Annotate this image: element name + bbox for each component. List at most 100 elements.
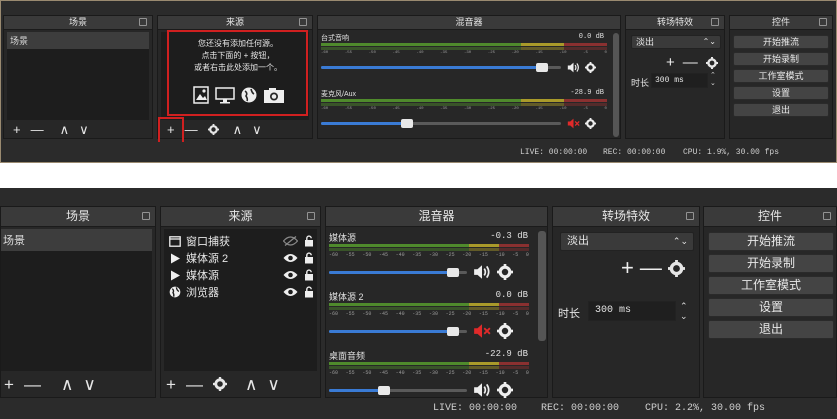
level-meter: [321, 43, 607, 46]
duration-input[interactable]: 300 ms: [588, 301, 676, 321]
visibility-eye-icon[interactable]: [279, 270, 301, 280]
volume-slider[interactable]: [321, 119, 561, 128]
duration-spinner-icon[interactable]: ⌃ ⌄: [710, 72, 716, 88]
dock-float-icon[interactable]: [711, 18, 719, 26]
add-transition-button[interactable]: +: [621, 255, 634, 281]
volume-handle[interactable]: [535, 63, 548, 72]
add-source-button[interactable]: +: [166, 376, 176, 393]
speaker-icon[interactable]: [473, 381, 491, 399]
volume-handle[interactable]: [378, 386, 391, 395]
gear-icon[interactable]: [207, 123, 219, 135]
duration-spinner-icon[interactable]: ⌃ ⌄: [680, 301, 688, 321]
duration-input[interactable]: 300 ms: [651, 73, 708, 88]
lock-icon[interactable]: [301, 269, 317, 281]
mixer-scrollbar[interactable]: [538, 231, 546, 341]
source-item[interactable]: 浏览器: [164, 284, 317, 300]
meter-tick: 0: [525, 370, 529, 376]
visibility-eye-icon[interactable]: [279, 253, 301, 263]
volume-handle[interactable]: [447, 327, 460, 336]
remove-source-button[interactable]: —: [185, 123, 198, 136]
transition-select[interactable]: 淡出 ⌃⌄: [631, 35, 721, 49]
hidden-eye-icon[interactable]: [279, 236, 301, 246]
meter-tick: -40: [416, 51, 424, 55]
play-icon: [164, 253, 186, 264]
volume-slider[interactable]: [329, 327, 467, 336]
scene-list[interactable]: 场景: [7, 32, 149, 120]
source-type-icons: [192, 86, 285, 104]
add-scene-button[interactable]: +: [4, 376, 14, 393]
gear-icon[interactable]: [497, 264, 513, 280]
exit-button[interactable]: 退出: [708, 320, 834, 339]
move-source-up-button[interactable]: ∧: [233, 123, 243, 136]
gear-icon[interactable]: [497, 382, 513, 398]
start-recording-button[interactable]: 开始录制: [733, 52, 829, 66]
remove-scene-button[interactable]: —: [24, 376, 41, 393]
source-list[interactable]: 窗口捕获 媒体源 2 媒体源 浏览器: [164, 229, 317, 371]
source-item[interactable]: 窗口捕获: [164, 233, 317, 249]
move-source-down-button[interactable]: ∨: [267, 376, 279, 393]
settings-button[interactable]: 设置: [708, 298, 834, 317]
scene-item[interactable]: 场景: [1, 229, 152, 251]
move-source-down-button[interactable]: ∨: [252, 123, 262, 136]
dock-float-icon[interactable]: [299, 18, 307, 26]
start-streaming-button[interactable]: 开始推流: [708, 232, 834, 251]
move-scene-down-button[interactable]: ∨: [79, 123, 89, 136]
lock-icon[interactable]: [301, 286, 317, 298]
speaker-icon[interactable]: [473, 263, 491, 281]
source-item[interactable]: 媒体源: [164, 267, 317, 283]
remove-transition-button[interactable]: —: [640, 255, 662, 281]
move-scene-up-button[interactable]: ∧: [60, 123, 70, 136]
volume-slider[interactable]: [329, 268, 467, 277]
exit-button[interactable]: 退出: [733, 103, 829, 117]
remove-transition-button[interactable]: —: [683, 54, 698, 71]
dock-float-icon[interactable]: [307, 212, 315, 220]
settings-button[interactable]: 设置: [733, 86, 829, 100]
studio-mode-button[interactable]: 工作室模式: [733, 69, 829, 83]
start-recording-button[interactable]: 开始录制: [708, 254, 834, 273]
source-item[interactable]: 媒体源 2: [164, 250, 317, 266]
channel-actions: [473, 322, 513, 340]
dock-float-icon[interactable]: [142, 212, 150, 220]
volume-slider[interactable]: [321, 63, 561, 72]
dock-float-icon[interactable]: [139, 18, 147, 26]
speaker-icon[interactable]: [567, 61, 580, 74]
move-scene-up-button[interactable]: ∧: [61, 376, 73, 393]
meter-tick: -45: [392, 51, 400, 55]
start-streaming-button[interactable]: 开始推流: [733, 35, 829, 49]
volume-handle[interactable]: [447, 268, 460, 277]
gear-icon[interactable]: [705, 56, 718, 69]
meter-tick: -20: [462, 370, 472, 376]
move-scene-down-button[interactable]: ∨: [83, 376, 95, 393]
meter-tick: -45: [378, 311, 388, 317]
scene-item[interactable]: 场景: [7, 32, 149, 49]
add-transition-button[interactable]: +: [666, 54, 675, 71]
gear-icon[interactable]: [497, 323, 513, 339]
volume-handle[interactable]: [401, 119, 414, 128]
cpu-status: CPU: 2.2%, 30.00 fps: [645, 403, 766, 414]
studio-mode-button[interactable]: 工作室模式: [708, 276, 834, 295]
lock-icon[interactable]: [301, 235, 317, 247]
meter-tick: -35: [440, 107, 448, 111]
gear-icon[interactable]: [212, 377, 227, 391]
dock-float-icon[interactable]: [686, 212, 694, 220]
gear-icon[interactable]: [585, 61, 596, 73]
speaker-muted-icon[interactable]: [473, 322, 491, 340]
remove-scene-button[interactable]: —: [31, 123, 44, 136]
meter-tick: -40: [395, 311, 405, 317]
meter-tick: -50: [362, 252, 372, 258]
gear-icon[interactable]: [667, 259, 685, 277]
move-source-up-button[interactable]: ∧: [245, 376, 257, 393]
speaker-muted-icon[interactable]: [567, 117, 580, 130]
mixer-scrollbar[interactable]: [613, 33, 619, 137]
scene-list[interactable]: 场景: [1, 229, 152, 371]
dock-float-icon[interactable]: [819, 18, 827, 26]
meter-tick: -10: [559, 51, 567, 55]
visibility-eye-icon[interactable]: [279, 287, 301, 297]
add-scene-button[interactable]: +: [13, 123, 21, 136]
lock-icon[interactable]: [301, 252, 317, 264]
transition-select[interactable]: 淡出 ⌃⌄: [560, 232, 694, 251]
volume-slider[interactable]: [329, 386, 467, 395]
gear-icon[interactable]: [585, 117, 596, 129]
remove-source-button[interactable]: —: [186, 376, 203, 393]
dock-float-icon[interactable]: [823, 212, 831, 220]
